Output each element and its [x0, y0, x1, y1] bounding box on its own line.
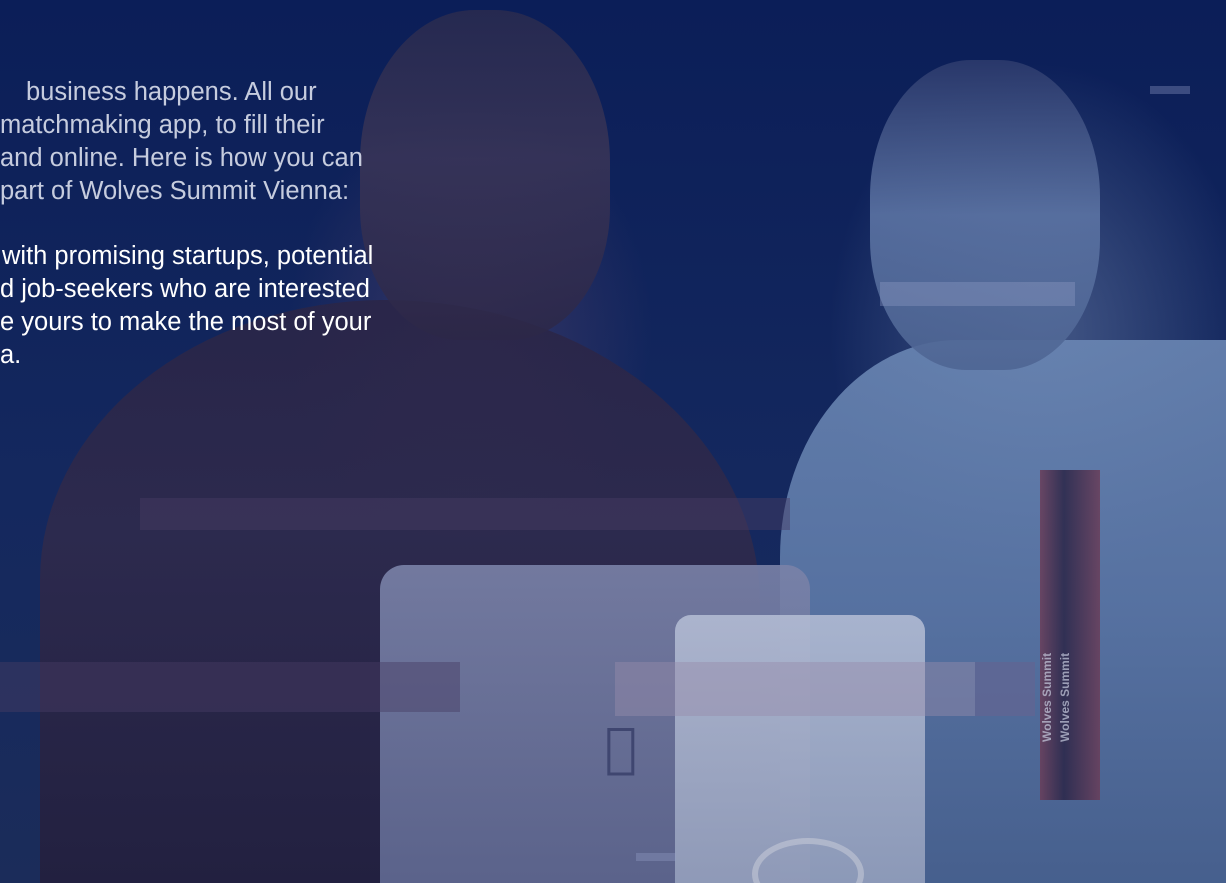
glitch-strip [636, 853, 676, 861]
intro-line: part of Wolves Summit Vienna: [0, 177, 350, 205]
glitch-strip [140, 498, 790, 530]
intro-paragraph: business happens. All our matchmaking ap… [0, 76, 560, 208]
intro-line: and online. Here is how you can [0, 144, 363, 172]
glitch-strip [615, 662, 1035, 716]
intro-copy: business happens. All our matchmaking ap… [0, 76, 560, 372]
right-attendee-head [870, 60, 1100, 370]
lanyard-text: Wolves Summit [1058, 652, 1072, 742]
benefit-line: a. [0, 341, 22, 369]
benefit-paragraph: with promising startups, potential d job… [0, 240, 560, 372]
glitch-strip [1150, 86, 1190, 94]
intro-line: matchmaking app, to fill their [0, 111, 325, 139]
glitch-strip [880, 282, 1075, 306]
glitch-strip [0, 662, 460, 712]
lanyard-text: Wolves Summit [1040, 652, 1054, 742]
glitch-strip [975, 662, 1035, 716]
apple-logo-icon:  [598, 718, 644, 778]
lanyard [1040, 470, 1100, 800]
benefit-line: with promising startups, potential [2, 242, 374, 270]
benefit-line: d job-seekers who are interested [0, 275, 370, 303]
intro-line: business happens. All our [26, 78, 317, 106]
benefit-line: e yours to make the most of your [0, 308, 372, 336]
